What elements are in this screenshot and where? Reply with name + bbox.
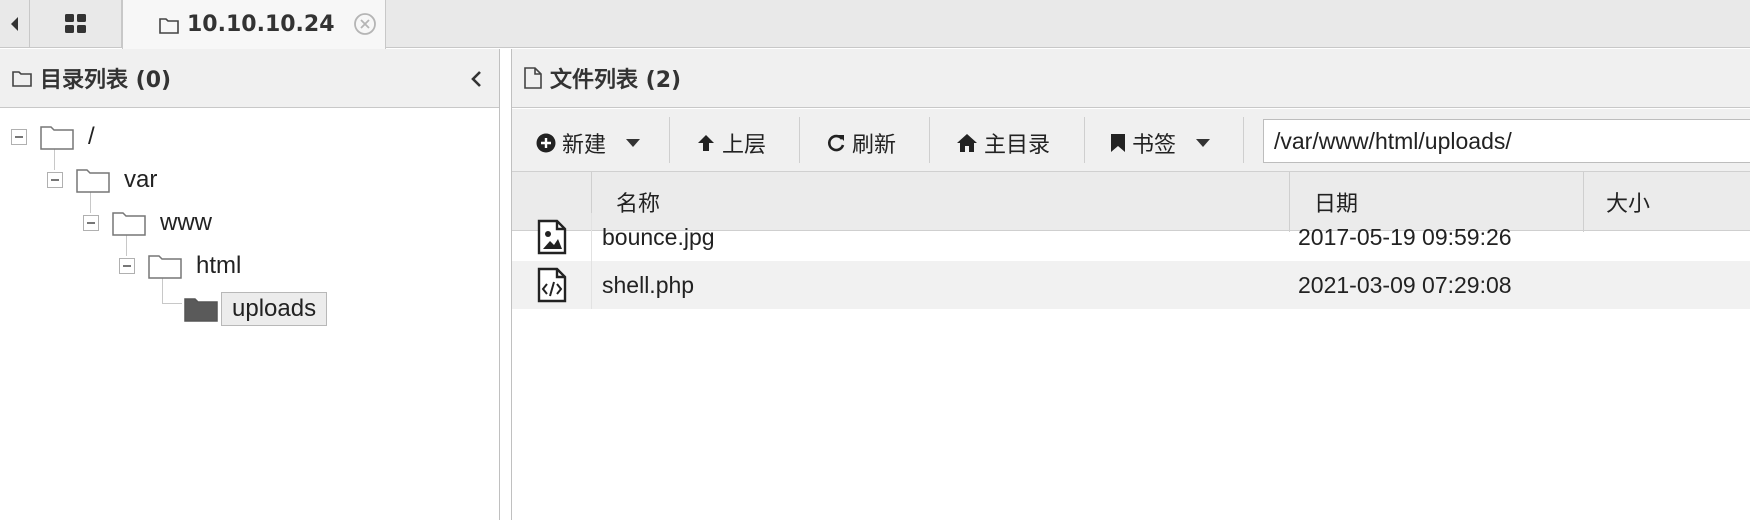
tree-node-var[interactable]: var bbox=[124, 166, 157, 194]
folder-icon bbox=[12, 71, 32, 87]
grid-icon bbox=[64, 14, 86, 33]
bookmark-icon bbox=[1111, 134, 1125, 152]
file-icon-cell bbox=[512, 213, 592, 261]
refresh-icon bbox=[828, 134, 845, 152]
tree-connector bbox=[54, 148, 55, 170]
new-button-label: 新建 bbox=[562, 133, 607, 158]
toolbar-divider bbox=[1243, 117, 1244, 163]
collapse-node-icon[interactable] bbox=[11, 129, 27, 145]
file-row[interactable]: bounce.jpg 2017-05-19 09:59:26 bbox=[512, 213, 1750, 261]
folder-open-icon bbox=[184, 298, 218, 322]
file-row[interactable]: shell.php 2021-03-09 07:29:08 bbox=[512, 261, 1750, 309]
toolbar-divider bbox=[1084, 117, 1085, 163]
tree-node-www[interactable]: www bbox=[160, 209, 212, 237]
code-file-icon bbox=[537, 267, 566, 303]
file-icon-cell bbox=[512, 261, 592, 309]
chevron-left-icon[interactable] bbox=[467, 69, 487, 89]
tab-host-label: 10.10.10.24 bbox=[187, 12, 335, 37]
tree-node-root[interactable]: / bbox=[88, 123, 95, 151]
tree-connector bbox=[162, 277, 182, 304]
tree-node-uploads[interactable]: uploads bbox=[221, 292, 328, 326]
folder-icon bbox=[159, 17, 179, 34]
directory-tree: / var www html uploads bbox=[0, 109, 499, 520]
tree-connector bbox=[126, 234, 127, 256]
file-date: 2017-05-19 09:59:26 bbox=[1298, 223, 1512, 250]
directory-panel-title: 目录列表 (0) bbox=[40, 68, 172, 93]
file-panel: 文件列表 (2) 新建 上层 刷新 主目录 书签 /var/www/html/u… bbox=[511, 49, 1750, 520]
caret-left-icon bbox=[10, 17, 18, 31]
collapse-node-icon[interactable] bbox=[83, 215, 99, 231]
toolbar-divider bbox=[799, 117, 800, 163]
home-icon bbox=[957, 134, 977, 152]
file-name[interactable]: bounce.jpg bbox=[602, 213, 715, 261]
refresh-button[interactable]: 刷新 bbox=[826, 121, 896, 165]
folder-icon bbox=[148, 255, 182, 279]
tree-connector bbox=[90, 191, 91, 213]
file-panel-header: 文件列表 (2) bbox=[512, 49, 1750, 108]
arrow-up-icon bbox=[698, 135, 714, 151]
folder-icon bbox=[40, 126, 74, 150]
tab-home-button[interactable] bbox=[30, 0, 122, 48]
toolbar-divider bbox=[929, 117, 930, 163]
tree-node-html[interactable]: html bbox=[196, 252, 241, 280]
parent-dir-button[interactable]: 上层 bbox=[696, 121, 766, 165]
folder-icon bbox=[76, 169, 110, 193]
close-icon[interactable] bbox=[353, 12, 377, 36]
directory-panel-header: 目录列表 (0) bbox=[0, 49, 499, 108]
home-dir-button[interactable]: 主目录 bbox=[956, 121, 1050, 165]
folder-icon bbox=[112, 212, 146, 236]
bookmark-button[interactable]: 书签 bbox=[1110, 121, 1216, 165]
file-name[interactable]: shell.php bbox=[602, 261, 694, 309]
collapse-node-icon[interactable] bbox=[47, 172, 63, 188]
caret-down-icon bbox=[1196, 139, 1211, 147]
image-file-icon bbox=[537, 219, 566, 255]
new-button[interactable]: 新建 bbox=[536, 121, 646, 165]
caret-down-icon bbox=[626, 139, 641, 147]
toolbar-divider bbox=[669, 117, 670, 163]
tab-scroll-left-button[interactable] bbox=[0, 0, 30, 48]
collapse-node-icon[interactable] bbox=[119, 258, 135, 274]
tab-host[interactable]: 10.10.10.24 bbox=[122, 0, 386, 49]
refresh-button-label: 刷新 bbox=[852, 133, 897, 158]
file-date: 2021-03-09 07:29:08 bbox=[1298, 271, 1512, 298]
bookmark-button-label: 书签 bbox=[1132, 133, 1177, 158]
plus-circle-icon bbox=[536, 133, 556, 153]
home-dir-button-label: 主目录 bbox=[984, 133, 1051, 158]
file-icon bbox=[524, 67, 542, 89]
file-panel-title: 文件列表 (2) bbox=[550, 68, 682, 93]
path-input[interactable]: /var/www/html/uploads/ bbox=[1263, 119, 1750, 163]
directory-panel: 目录列表 (0) / var www html uploads bbox=[0, 49, 500, 520]
parent-dir-button-label: 上层 bbox=[722, 133, 767, 158]
tab-bar: 10.10.10.24 bbox=[0, 0, 1750, 49]
